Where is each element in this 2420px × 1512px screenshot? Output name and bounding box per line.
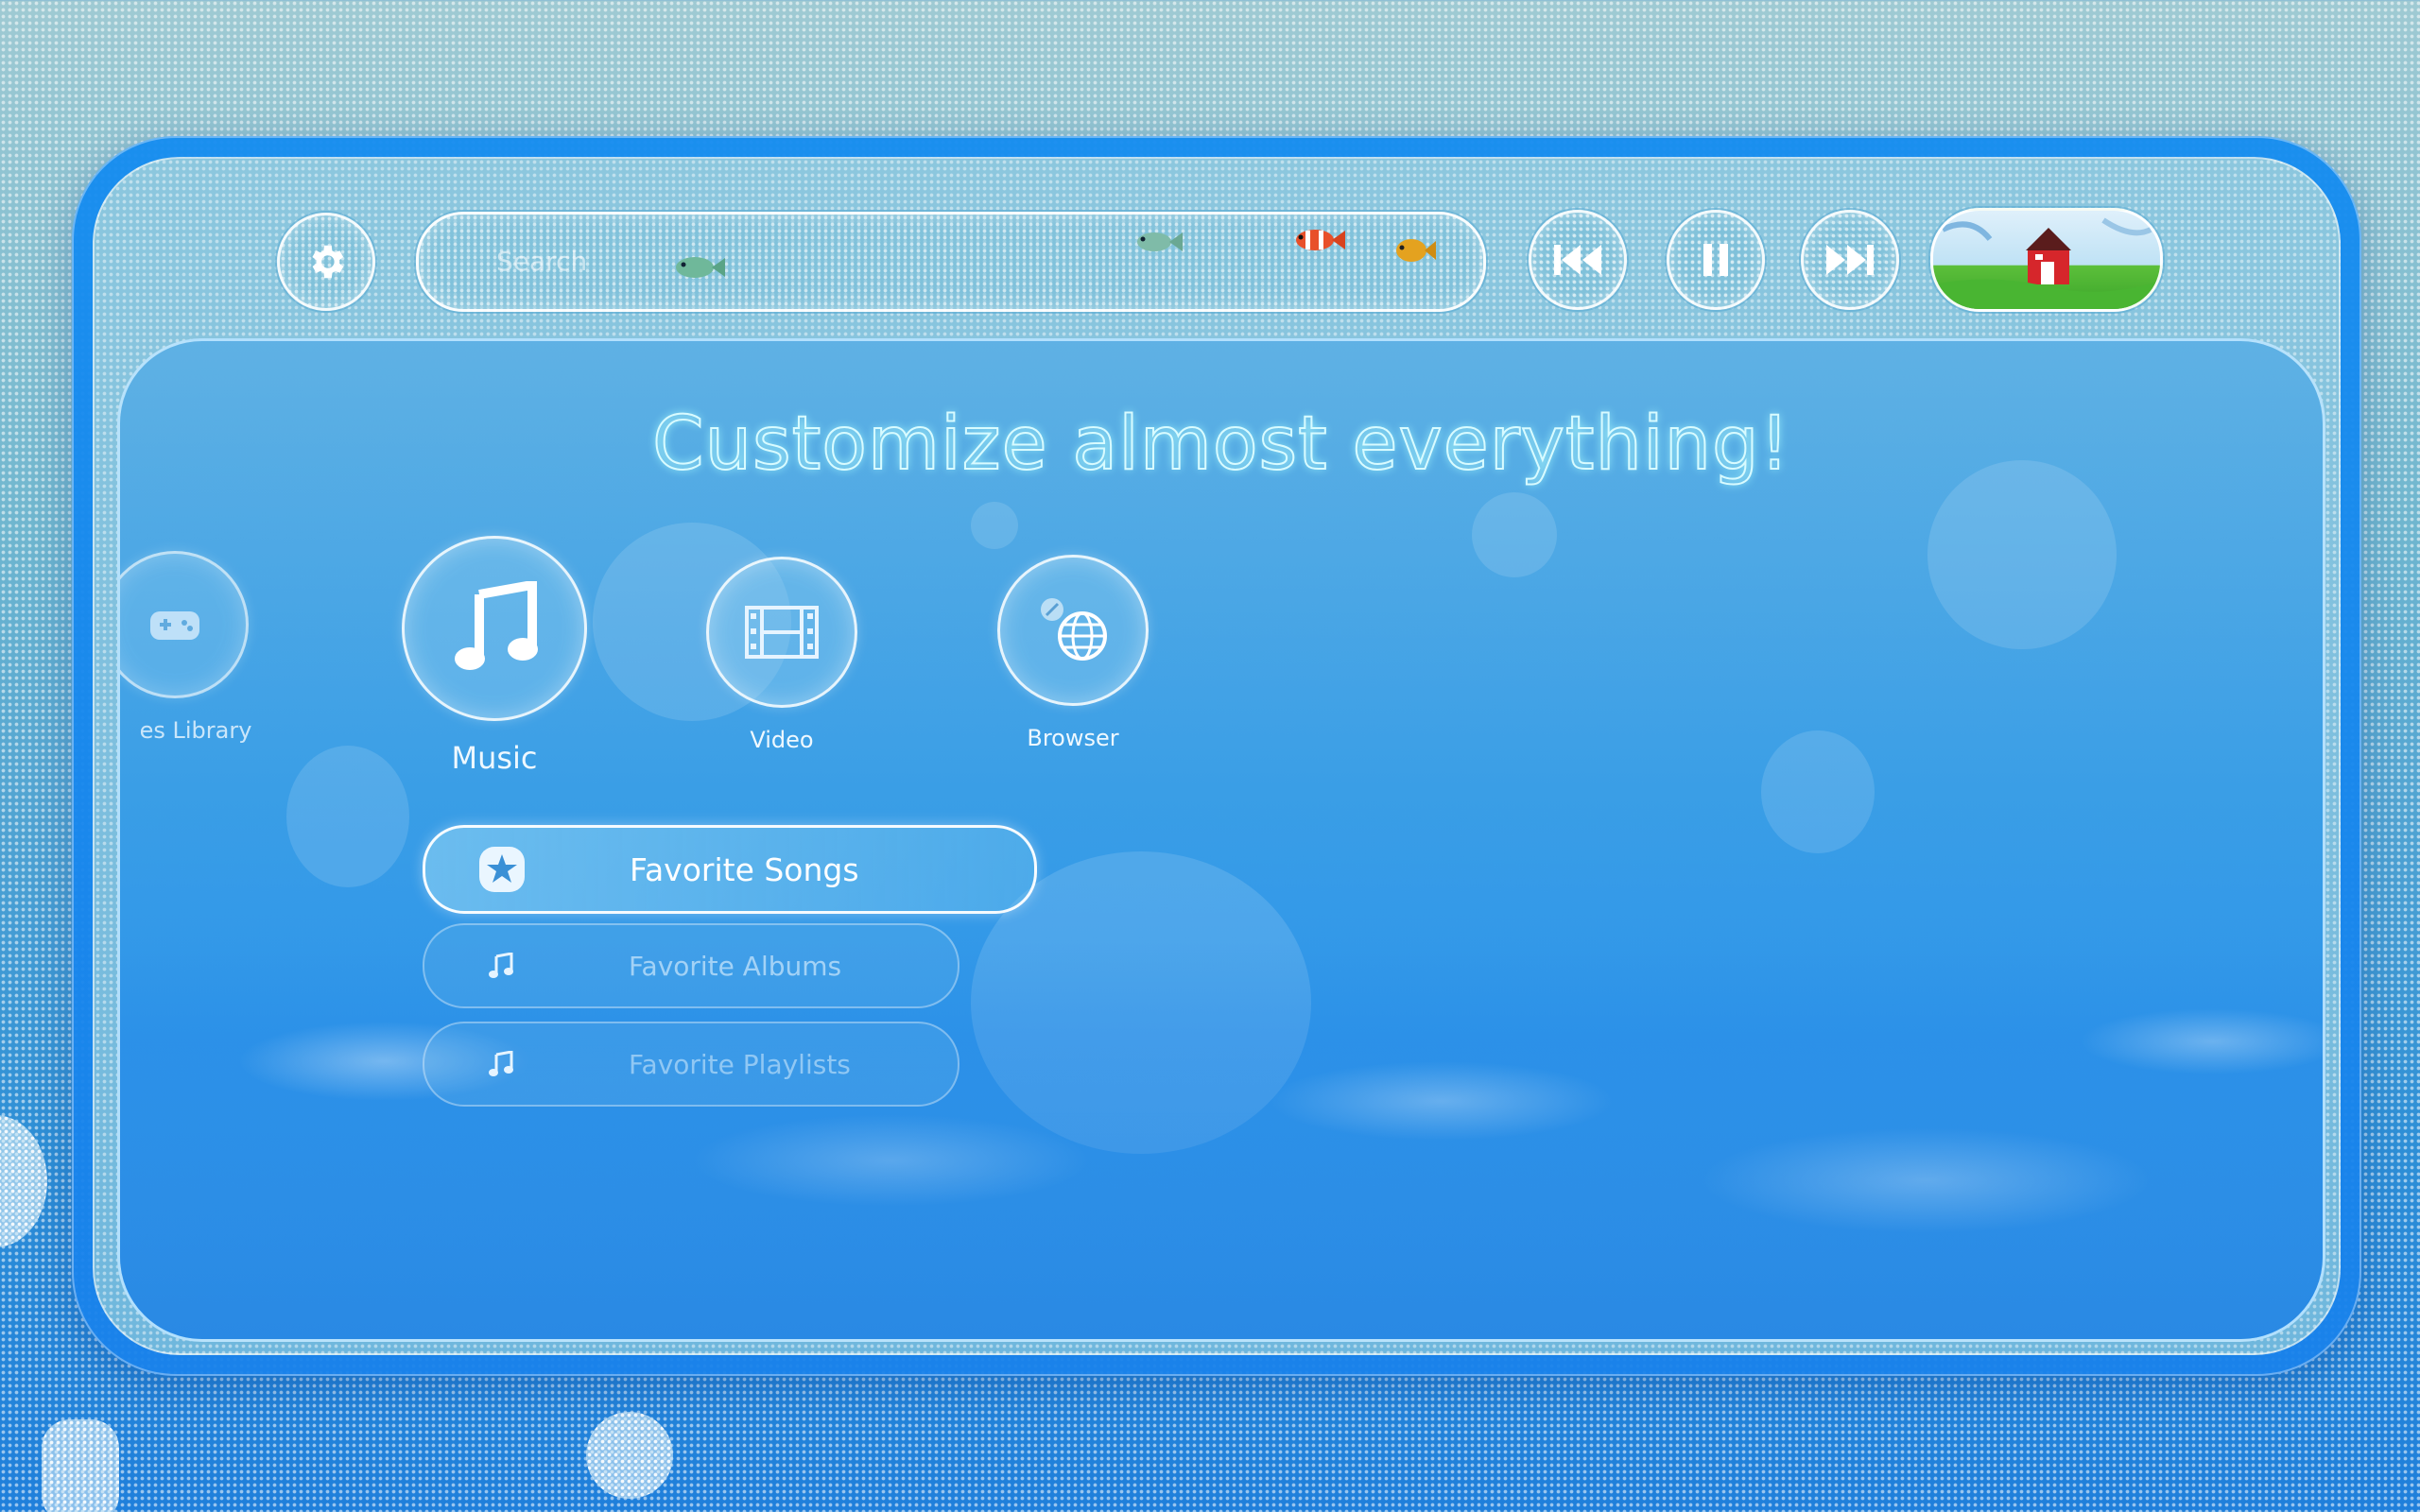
bokeh-bubble [1761,730,1875,853]
skip-forward-icon [1826,245,1874,275]
page-title: Customize almost everything! [651,401,1790,488]
category-music[interactable]: Music [400,536,589,776]
background-bubble [586,1412,673,1499]
previous-track-button[interactable] [1529,210,1627,310]
list-item-favorite-songs[interactable]: Favorite Songs [423,825,1037,914]
pause-icon [1703,244,1728,276]
background-bubble [0,1115,47,1247]
music-note-icon [455,581,538,670]
next-track-button[interactable] [1801,210,1899,310]
music-note-icon [489,953,513,978]
search-bar[interactable] [416,212,1486,312]
music-note-icon [489,1051,513,1076]
goldfish-icon [1396,239,1436,262]
clownfish-icon [1296,230,1345,250]
category-games-library[interactable]: es Library [120,551,290,744]
list-item-favorite-albums[interactable]: Favorite Albums [423,923,959,1008]
list-item-label: Favorite Songs [630,850,859,888]
category-label: Browser [1027,725,1119,751]
category-browser[interactable]: Browser [997,555,1149,751]
bokeh-bubble [1472,492,1557,577]
star-icon [479,847,525,892]
skip-back-icon [1554,245,1601,275]
bokeh-bubble [1927,460,2117,649]
category-label: es Library [139,717,252,744]
film-icon [745,606,819,659]
list-item-favorite-playlists[interactable]: Favorite Playlists [423,1022,959,1107]
main-panel: Customize almost everything! es Library … [117,338,2325,1342]
category-label: Video [750,727,814,753]
red-barn-album-art [1933,217,2160,309]
category-label: Music [451,740,538,776]
background-bubble [42,1419,119,1512]
search-input[interactable] [494,232,1349,290]
globe-icon [1041,598,1107,661]
settings-button[interactable] [277,213,375,311]
fish-icon [1137,232,1183,251]
list-item-label: Favorite Playlists [629,1048,851,1080]
gamepad-icon [150,611,199,640]
album-art-thumbnail[interactable] [1930,208,2163,312]
fish-icon [676,257,725,278]
list-item-label: Favorite Albums [629,950,842,982]
bokeh-bubble [971,502,1018,549]
gear-icon [312,245,344,279]
pause-button[interactable] [1667,210,1765,310]
category-video[interactable]: Video [706,557,857,753]
bokeh-bubble [286,746,409,887]
